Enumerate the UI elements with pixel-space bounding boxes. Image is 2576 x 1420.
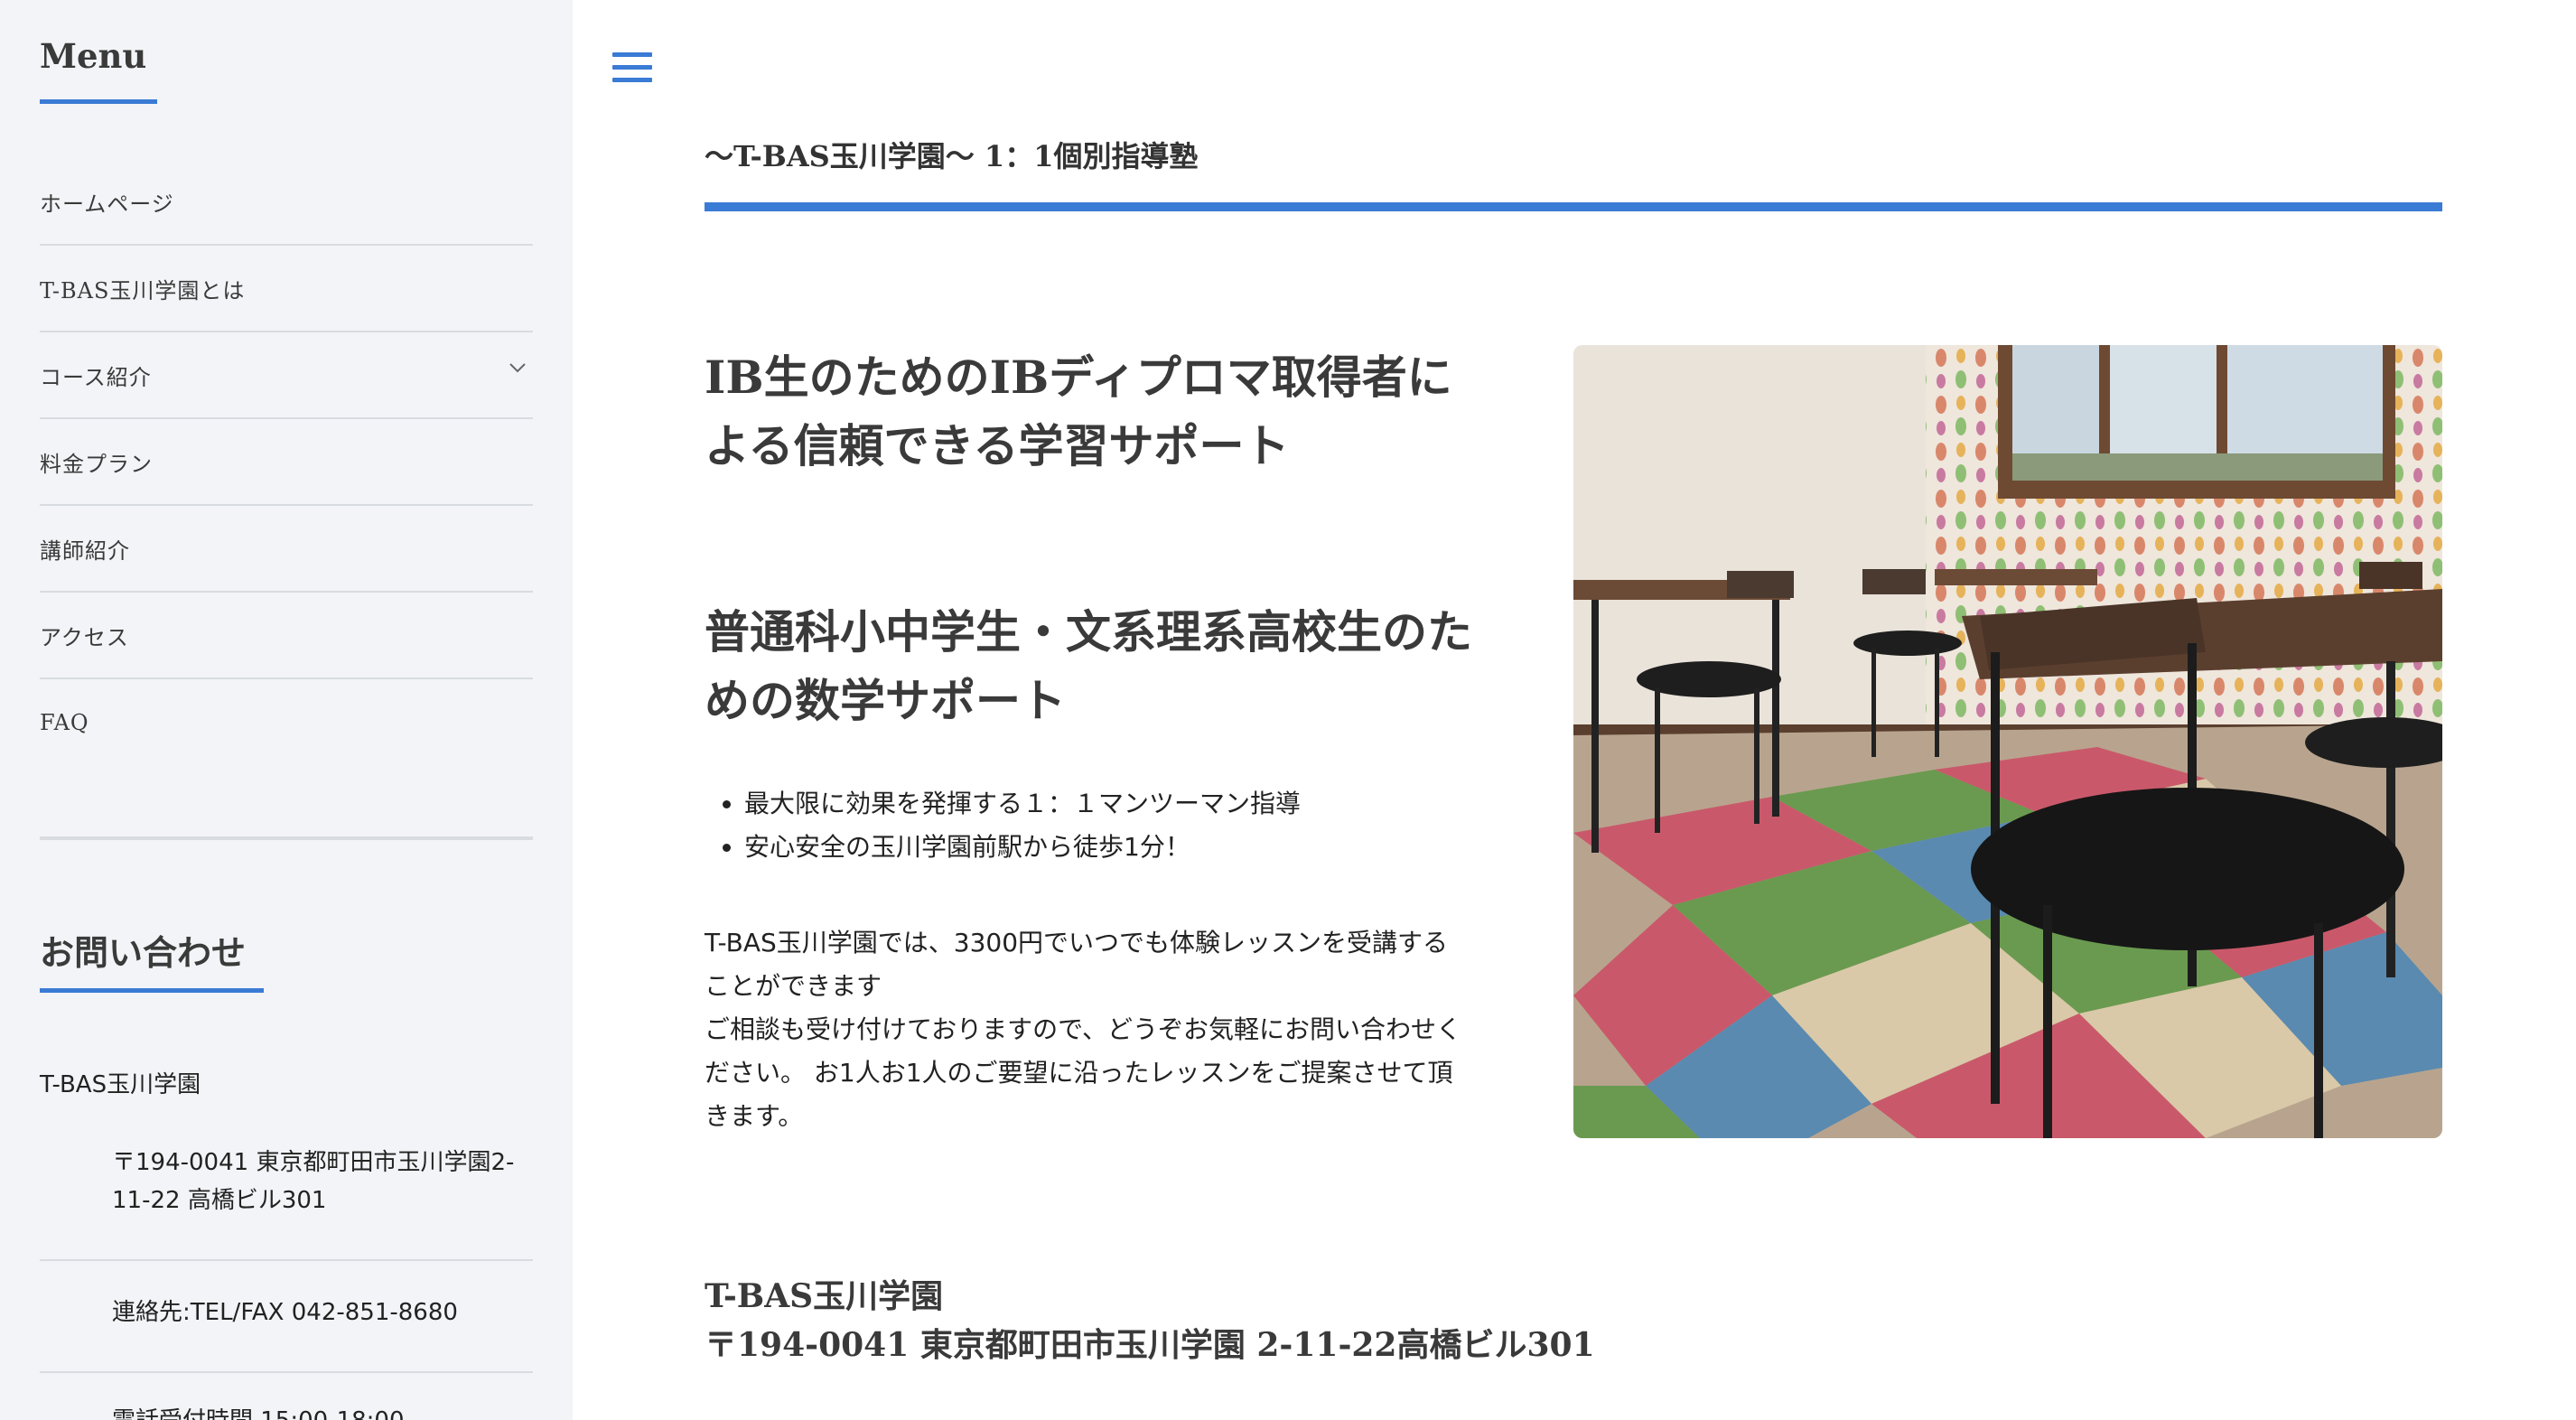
sidebar-item-home[interactable]: ホームページ [40,159,533,246]
sidebar-item-label: 料金プラン [40,451,153,477]
contact-title: お問い合わせ [40,932,247,973]
contact-phone: 連絡先:TEL/FAX 042-851-8680 [40,1294,533,1373]
sidebar-item-label: コース紹介 [40,364,152,390]
contact-address: 〒194-0041 東京都町田市玉川学園2-11-22 高橋ビル301 [40,1144,533,1261]
intro-text: T-BAS玉川学園では、3300円でいつでも体験レッスンを受講することができます… [705,921,1463,1138]
title-accent-bar [705,202,2442,211]
intro-paragraph: ご相談も受け付けておりますので、どうぞお気軽にお問い合わせください。 お1人お1… [705,1014,1462,1131]
sidebar-menu: ホームページ T-BAS玉川学園とは コース紹介 料金プラン 講師紹介 アクセス… [40,159,533,766]
sidebar: Menu ホームページ T-BAS玉川学園とは コース紹介 料金プラン 講師紹介… [0,0,573,1420]
list-item: 最大限に効果を発揮する１：１マンツーマン指導 [744,782,1301,826]
sidebar-item-pricing[interactable]: 料金プラン [40,419,533,506]
feature-list: 最大限に効果を発揮する１：１マンツーマン指導 安心安全の玉川学園前駅から徒歩1分… [744,782,1301,869]
sidebar-item-access[interactable]: アクセス [40,593,533,679]
classroom-photo [1573,345,2442,1138]
contact-hours: 電話受付時間 15:00-18:00 [40,1402,533,1420]
sidebar-item-instructors[interactable]: 講師紹介 [40,506,533,593]
sidebar-item-label: ホームページ [40,191,174,217]
sidebar-item-label: アクセス [40,624,129,650]
contact-name: T-BAS玉川学園 [40,1071,201,1098]
sidebar-item-faq[interactable]: FAQ [40,679,533,766]
sidebar-item-courses[interactable]: コース紹介 [40,332,533,419]
chevron-down-icon[interactable] [508,358,527,378]
footer-address: 〒194-0041 東京都町田市玉川学園 2-11-22高橋ビル301 [705,1326,1595,1364]
intro-paragraph: T-BAS玉川学園では、3300円でいつでも体験レッスンを受講することができます [705,928,1449,1001]
sidebar-item-label: 講師紹介 [40,537,130,564]
menu-title: Menu [40,36,147,76]
sidebar-divider [40,836,533,840]
site-title: 〜T-BAS玉川学園〜 1：1個別指導塾 [705,139,1199,173]
sidebar-item-label: T-BAS玉川学園とは [40,277,246,304]
footer-school-name: T-BAS玉川学園 [705,1277,944,1315]
sub-heading: 普通科小中学生・文系理系高校生のための数学サポート [705,606,1472,727]
main-heading: IB生のためのIBディプロマ取得者による信頼できる学習サポート [705,350,1452,472]
hamburger-menu-icon[interactable] [612,52,652,87]
sidebar-item-label: FAQ [40,710,89,735]
sidebar-item-about[interactable]: T-BAS玉川学園とは [40,246,533,332]
list-item: 安心安全の玉川学園前駅から徒歩1分！ [744,826,1301,869]
menu-title-underline [40,99,157,104]
contact-title-underline [40,988,264,993]
